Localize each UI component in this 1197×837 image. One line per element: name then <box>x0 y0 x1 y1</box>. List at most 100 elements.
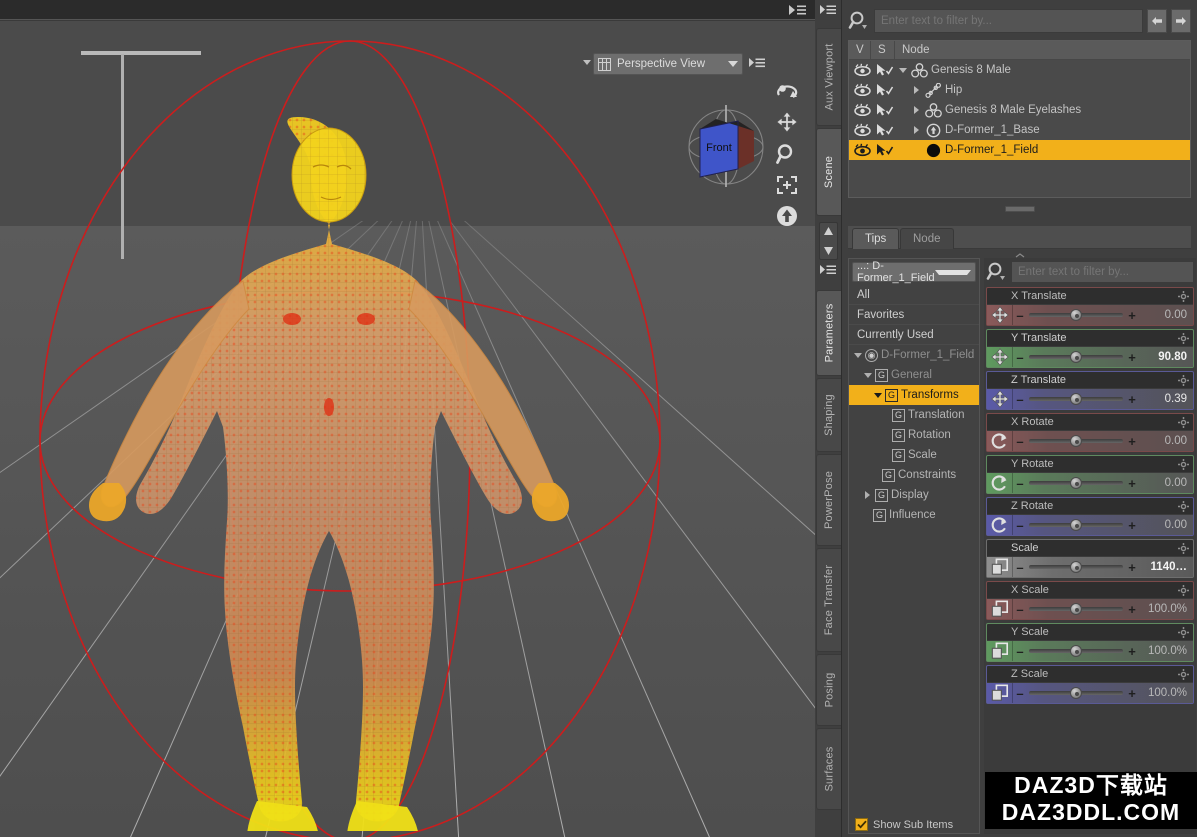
increment-button[interactable]: + <box>1125 519 1139 532</box>
decrement-button[interactable]: – <box>1013 309 1027 322</box>
slider-track[interactable] <box>1027 641 1125 661</box>
gear-icon[interactable] <box>1178 543 1189 554</box>
ptree-constraints[interactable]: G Constraints <box>849 465 979 485</box>
object-selector[interactable]: ...: D-Former_1_Field <box>852 262 976 282</box>
ptree-translation[interactable]: G Translation <box>849 405 979 425</box>
selectable-icon[interactable] <box>875 123 894 137</box>
property-value[interactable]: 0.39 <box>1139 393 1193 405</box>
slider-track[interactable] <box>1027 305 1125 325</box>
gear-icon[interactable] <box>1178 585 1189 596</box>
selectable-icon[interactable] <box>875 103 894 117</box>
arrow-left-icon[interactable] <box>1147 9 1167 33</box>
decrement-button[interactable]: – <box>1013 351 1027 364</box>
vtab-parameters[interactable]: Parameters <box>816 290 841 376</box>
slider-knob[interactable] <box>1070 393 1082 405</box>
property-y-rotate[interactable]: Y Rotate – + 0.00 <box>986 455 1194 494</box>
arrow-right-icon[interactable] <box>1171 9 1191 33</box>
ptree-display[interactable]: G Display <box>849 485 979 505</box>
table-row[interactable]: D-Former_1_Field <box>849 140 1190 160</box>
vtab-posing[interactable]: Posing <box>816 654 841 726</box>
decrement-button[interactable]: – <box>1013 477 1027 490</box>
eye-icon[interactable] <box>853 63 872 77</box>
property-value[interactable]: 0.00 <box>1139 477 1193 489</box>
gear-icon[interactable] <box>1178 375 1189 386</box>
property-value[interactable]: 90.80 <box>1139 351 1193 363</box>
ptree-general[interactable]: G General <box>849 365 979 385</box>
ptree-transforms[interactable]: G Transforms <box>849 385 979 405</box>
chevron-down-icon[interactable] <box>863 373 872 378</box>
scene-params-splitter[interactable] <box>842 205 1197 214</box>
slider-track[interactable] <box>1027 599 1125 619</box>
increment-button[interactable]: + <box>1125 309 1139 322</box>
property-value[interactable]: 1140… <box>1139 561 1193 573</box>
gear-icon[interactable] <box>1178 291 1189 302</box>
ptree-influence[interactable]: G Influence <box>849 505 979 525</box>
ptree-dformer-field[interactable]: ◉ D-Former_1_Field <box>849 345 979 365</box>
slider-knob[interactable] <box>1070 603 1082 615</box>
property-slider-row[interactable]: – + 0.00 <box>987 472 1193 493</box>
eye-icon[interactable] <box>853 123 872 137</box>
property-z-translate[interactable]: Z Translate – + 0.39 <box>986 371 1194 410</box>
decrement-button[interactable]: – <box>1013 519 1027 532</box>
property-slider-row[interactable]: – + 0.00 <box>987 304 1193 325</box>
chevron-right-icon[interactable] <box>911 106 922 114</box>
increment-button[interactable]: + <box>1125 435 1139 448</box>
property-z-rotate[interactable]: Z Rotate – + 0.00 <box>986 497 1194 536</box>
property-z-scale[interactable]: Z Scale – + 100.0% <box>986 665 1194 704</box>
slider-track[interactable] <box>1027 389 1125 409</box>
decrement-button[interactable]: – <box>1013 687 1027 700</box>
chevron-down-icon[interactable] <box>853 353 862 358</box>
scene-tree[interactable]: V S Node Genesis 8 Male <box>848 40 1191 198</box>
parameter-filter-input[interactable] <box>1011 261 1194 283</box>
property-y-translate[interactable]: Y Translate – + 90.80 <box>986 329 1194 368</box>
property-value[interactable]: 0.00 <box>1139 435 1193 447</box>
property-x-rotate[interactable]: X Rotate – + 0.00 <box>986 413 1194 452</box>
slider-track[interactable] <box>1027 347 1125 367</box>
property-slider-row[interactable]: – + 1140… <box>987 556 1193 577</box>
table-row[interactable]: Genesis 8 Male Eyelashes <box>849 100 1190 120</box>
property-scale[interactable]: Scale – + 1140… <box>986 539 1194 578</box>
slider-track[interactable] <box>1027 431 1125 451</box>
perspective-viewport[interactable]: Perspective View <box>0 21 815 837</box>
property-value[interactable]: 100.0% <box>1139 603 1193 615</box>
tab-tips[interactable]: Tips <box>852 228 899 249</box>
search-icon[interactable] <box>848 10 870 32</box>
vtab-surfaces[interactable]: Surfaces <box>816 728 841 810</box>
decrement-button[interactable]: – <box>1013 561 1027 574</box>
chevron-right-icon[interactable] <box>911 126 922 134</box>
increment-button[interactable]: + <box>1125 603 1139 616</box>
vtab-powerpose[interactable]: PowerPose <box>816 454 841 546</box>
property-slider-row[interactable]: – + 100.0% <box>987 682 1193 703</box>
chevron-down-icon[interactable] <box>873 393 882 398</box>
frame-selection-icon[interactable] <box>776 175 798 195</box>
pan-camera-icon[interactable] <box>776 111 798 133</box>
property-x-scale[interactable]: X Scale – + 100.0% <box>986 581 1194 620</box>
property-value[interactable]: 100.0% <box>1139 645 1193 657</box>
property-slider-row[interactable]: – + 100.0% <box>987 640 1193 661</box>
eye-icon[interactable] <box>853 103 872 117</box>
genesis-8-male-figure[interactable] <box>85 111 605 831</box>
increment-button[interactable]: + <box>1125 561 1139 574</box>
property-slider-row[interactable]: – + 0.00 <box>987 514 1193 535</box>
gear-icon[interactable] <box>1178 627 1189 638</box>
increment-button[interactable]: + <box>1125 393 1139 406</box>
property-slider-row[interactable]: – + 0.39 <box>987 388 1193 409</box>
show-sub-items-row[interactable]: Show Sub Items <box>855 818 953 831</box>
slider-track[interactable] <box>1027 473 1125 493</box>
property-slider-row[interactable]: – + 100.0% <box>987 598 1193 619</box>
vtab-aux-viewport[interactable]: Aux Viewport <box>816 28 841 126</box>
reset-camera-icon[interactable] <box>776 205 798 227</box>
pane-options-icon-2[interactable] <box>819 264 837 278</box>
chevron-right-icon[interactable] <box>863 491 872 499</box>
slider-knob[interactable] <box>1070 519 1082 531</box>
increment-button[interactable]: + <box>1125 477 1139 490</box>
table-row[interactable]: Hip <box>849 80 1190 100</box>
slider-knob[interactable] <box>1070 561 1082 573</box>
table-row[interactable]: Genesis 8 Male <box>849 60 1190 80</box>
slider-knob[interactable] <box>1070 351 1082 363</box>
gear-icon[interactable] <box>1178 459 1189 470</box>
vtab-shaping[interactable]: Shaping <box>816 378 841 452</box>
slider-knob[interactable] <box>1070 309 1082 321</box>
property-value[interactable]: 100.0% <box>1139 687 1193 699</box>
decrement-button[interactable]: – <box>1013 645 1027 658</box>
